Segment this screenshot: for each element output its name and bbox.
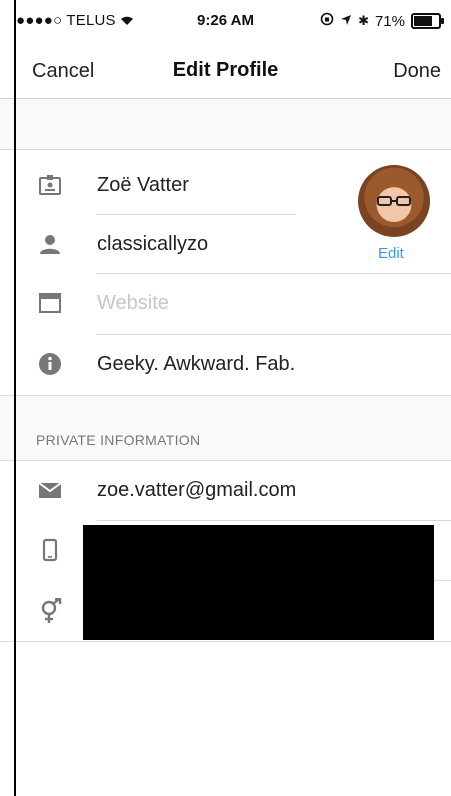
- private-info-header: PRIVATE INFORMATION: [0, 395, 451, 461]
- bluetooth-icon: ✱: [358, 13, 369, 28]
- location-icon: [340, 13, 352, 30]
- bio-row[interactable]: Geeky. Awkward. Fab.: [0, 334, 451, 394]
- profile-avatar[interactable]: [358, 165, 430, 237]
- orientation-lock-icon: [320, 12, 334, 30]
- id-card-icon: [38, 173, 62, 197]
- browser-window-icon: [38, 291, 62, 315]
- screenshot-edge: [14, 0, 16, 796]
- username-field[interactable]: classicallyzo: [97, 233, 208, 256]
- bio-field[interactable]: Geeky. Awkward. Fab.: [97, 353, 295, 376]
- battery-percent: 71%: [374, 12, 405, 30]
- battery-fill: [414, 16, 433, 26]
- top-spacer: [0, 99, 451, 150]
- redacted-area: [83, 525, 434, 640]
- edit-avatar-button[interactable]: Edit: [378, 245, 404, 262]
- website-field[interactable]: Website: [97, 292, 169, 315]
- phone-icon: [38, 538, 62, 562]
- person-icon: [38, 232, 62, 256]
- status-right: ✱ 71%: [320, 12, 444, 30]
- name-field[interactable]: Zoë Vatter: [97, 174, 189, 197]
- section-header-label: PRIVATE INFORMATION: [36, 432, 201, 448]
- page-title: Edit Profile: [172, 59, 279, 81]
- email-row[interactable]: zoe.vatter@gmail.com: [0, 460, 451, 520]
- envelope-icon: [38, 478, 62, 502]
- website-row[interactable]: Website: [0, 273, 451, 333]
- email-field[interactable]: zoe.vatter@gmail.com: [97, 479, 296, 502]
- gender-icon: [38, 597, 62, 623]
- glasses-icon: [377, 196, 411, 206]
- edit-profile-screen: ●●●●○ TELUS 9:26 AM ✱ 71% Cancel Edit Pr…: [0, 0, 451, 796]
- navigation-bar: Cancel Edit Profile Done: [0, 44, 451, 99]
- info-icon: [38, 352, 62, 376]
- done-button[interactable]: Done: [393, 60, 441, 83]
- divider: [0, 641, 451, 642]
- status-bar: ●●●●○ TELUS 9:26 AM ✱ 71%: [0, 0, 451, 44]
- battery-icon: [411, 13, 444, 29]
